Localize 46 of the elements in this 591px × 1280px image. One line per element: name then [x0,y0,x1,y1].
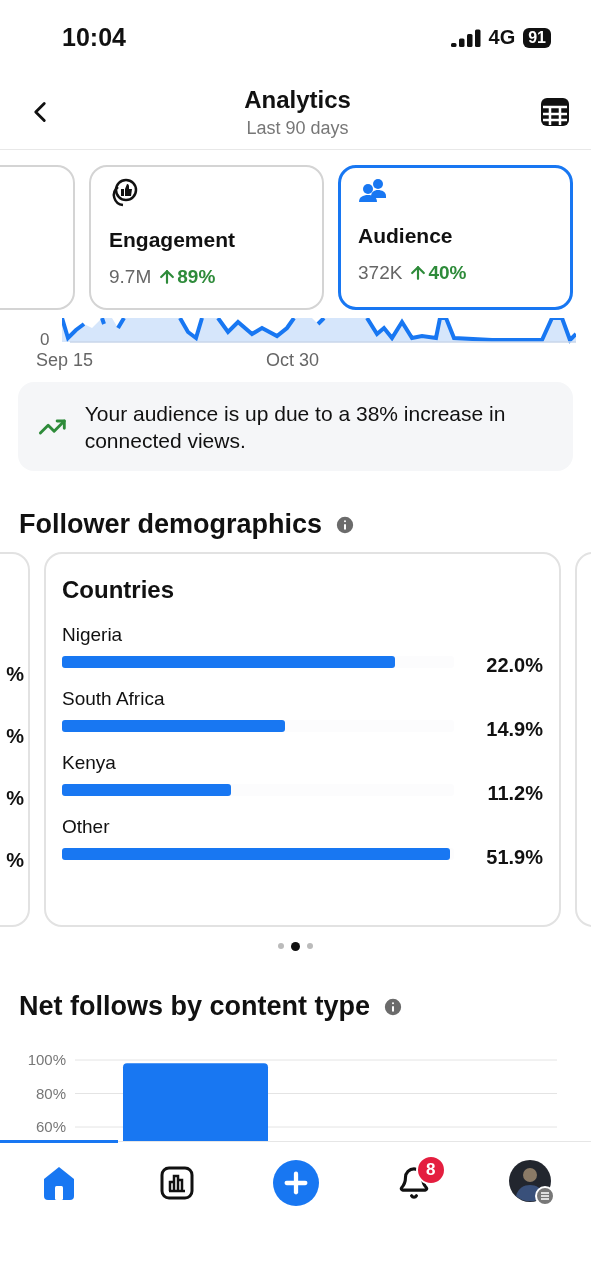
bar-chart-icon [160,1165,195,1200]
page-title: Analytics [244,85,351,114]
percent-value: % [6,787,24,810]
people-icon [358,178,388,204]
percent-value: 51.9% [486,845,543,869]
metric-card[interactable]: Audience 372K 40% [338,165,573,310]
metric-change: 40% [408,262,467,284]
percent-value: % [6,725,24,748]
info-icon[interactable] [334,513,357,536]
tick-label: 60% [35,1118,66,1135]
page-dot[interactable] [307,943,313,949]
clock-time: 10:04 [62,23,126,52]
info-icon[interactable] [382,995,405,1018]
section-title: Net follows by content type [19,991,371,1022]
percent-value: % [6,663,24,686]
metric-value: 9.7M [109,266,152,288]
network-type: 4G [488,26,516,49]
tick-label: 100% [27,1051,66,1068]
metric-card[interactable]: Engagement 9.7M 89% [89,165,324,310]
section-title: Follower demographics [19,509,323,540]
signal-icon [450,28,481,47]
date-label: Sep 15 [36,350,94,371]
avatar-icon [508,1159,555,1206]
metric-title: Engagement [109,228,237,252]
percent-value: 11.2% [487,781,543,805]
page-subtitle: Last 90 days [246,117,349,139]
metric-title: Audience [358,224,454,248]
metric-value: 372K [358,262,403,284]
insight-text: Your audience is up due to a 38% increase in connected views. [84,400,507,454]
country-label: Nigeria [62,624,123,646]
percent-value: 14.9% [486,717,543,741]
page-dot[interactable] [278,943,284,949]
country-label: South Africa [62,688,165,710]
battery-level: 91 [523,27,551,48]
axis-label: 0 [40,330,51,350]
date-label: Oct 30 [266,350,320,371]
metric-change: 89% [157,266,216,288]
tick-label: 80% [35,1084,66,1102]
nav-tab[interactable]: 8 [354,1140,473,1222]
percent-value: % [6,849,24,872]
card-title: Countries [62,576,175,604]
country-label: Kenya [62,752,116,774]
page-dot[interactable] [291,941,300,951]
country-label: Other [62,816,110,838]
percent-value: 22.0% [486,653,543,677]
notification-badge: 8 [415,1155,446,1185]
